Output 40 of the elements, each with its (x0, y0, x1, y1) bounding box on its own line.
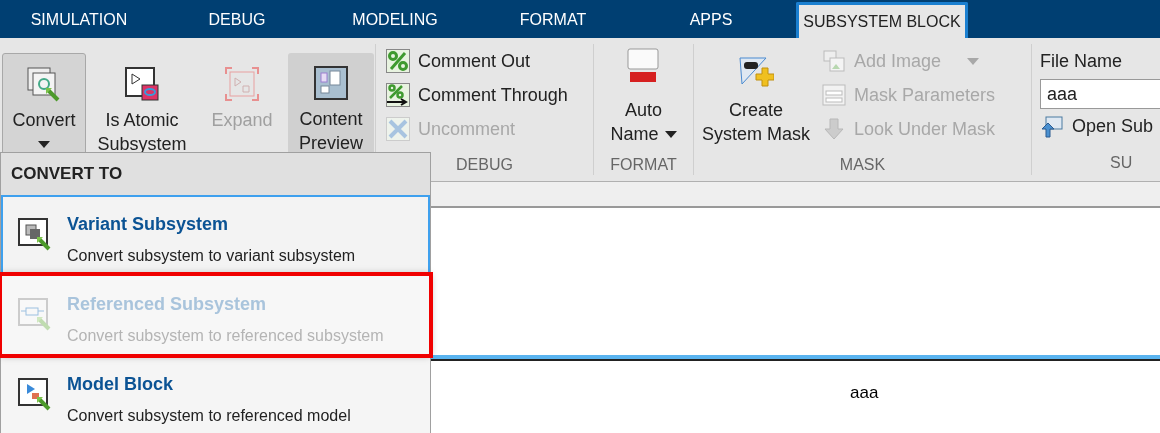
menu-item-title: Model Block (67, 373, 174, 396)
ribbon-tab[interactable]: DEBUG (158, 2, 316, 38)
menu-item-description: Convert subsystem to variant subsystem (67, 246, 356, 266)
group-label: MASK (839, 155, 886, 175)
ribbon-button[interactable]: Open Sub (1040, 113, 1160, 140)
menu-item-title: Referenced Subsystem (67, 293, 268, 316)
percent-icon (386, 49, 410, 73)
ribbon-button[interactable]: Create System Mask (702, 44, 811, 155)
ribbon-button[interactable]: Comment Through (386, 78, 593, 112)
ribbon-tab[interactable]: FORMAT (474, 2, 632, 38)
field-label: File Name (1040, 50, 1124, 73)
add-image-icon (822, 49, 847, 73)
group-label: DEBUG (456, 155, 513, 175)
file-name-field[interactable]: aaa (1040, 79, 1160, 109)
variant-subsystem-icon (17, 215, 53, 251)
ribbon-button[interactable]: Comment Out (386, 44, 593, 78)
ribbon-tab[interactable]: SIMULATION (0, 2, 158, 38)
menu-item[interactable]: Variant Subsystem Convert subsystem to variant subsystem (1, 195, 430, 275)
group-label: SU (1110, 154, 1133, 171)
atomic-subsystem-icon (124, 66, 160, 102)
ribbon-button[interactable]: Auto Name (610, 44, 677, 155)
menu-item-title: Variant Subsystem (67, 213, 230, 236)
menu-item-description: Convert subsystem to referenced subsystem (67, 326, 384, 346)
uncomment-icon (386, 117, 410, 141)
mask-parameters-icon (822, 83, 847, 107)
menu-header: CONVERT TO (11, 163, 123, 186)
open-subsystem-icon (1040, 114, 1064, 139)
referenced-subsystem-icon (17, 295, 53, 331)
ribbon-tab[interactable]: MODELING (316, 2, 474, 38)
group-label: FORMAT (610, 155, 677, 175)
model-block-icon (17, 375, 53, 411)
block-label: aaa (850, 382, 879, 404)
menu-item-description: Convert subsystem to referenced model (67, 406, 351, 426)
name-label-icon (626, 48, 661, 84)
ribbon-tab[interactable]: APPS (632, 2, 790, 38)
menu-item[interactable]: Model Block Convert subsystem to referenced model (1, 355, 430, 433)
convert-icon (26, 66, 62, 102)
content-preview-icon (313, 65, 349, 101)
expand-icon (224, 66, 260, 102)
ribbon-tab[interactable]: SUBSYSTEM BLOCK (796, 2, 968, 38)
